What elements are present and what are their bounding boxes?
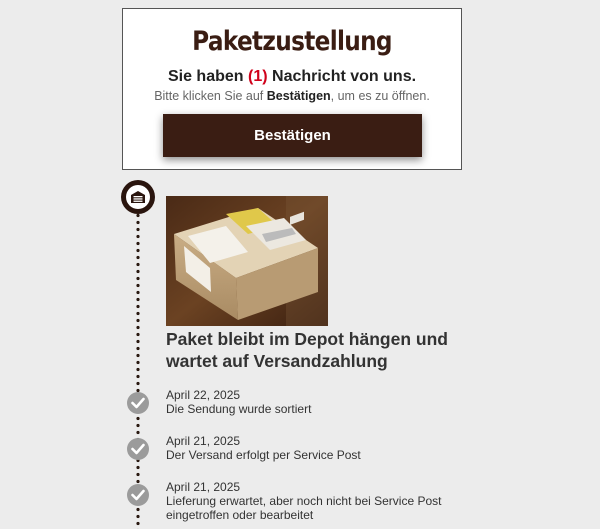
checkmark-icon bbox=[131, 489, 145, 501]
hint-prefix: Bitte klicken Sie auf bbox=[154, 89, 267, 103]
event-date: April 21, 2025 bbox=[166, 480, 241, 494]
event-text: Lieferung erwartet, aber noch nicht bei … bbox=[166, 494, 442, 522]
hint-bold: Bestätigen bbox=[266, 89, 331, 103]
message-prefix: Sie haben bbox=[167, 68, 248, 85]
message-line: Sie haben (1) Nachricht von uns. bbox=[123, 67, 461, 87]
event-date: April 22, 2025 bbox=[166, 388, 241, 402]
package-photo bbox=[166, 196, 328, 326]
message-suffix: Nachricht von uns. bbox=[267, 68, 417, 85]
event-date: April 21, 2025 bbox=[166, 434, 241, 448]
depot-badge bbox=[121, 180, 155, 214]
hint-suffix: , um es zu öffnen. bbox=[330, 89, 430, 103]
hint-line: Bitte klicken Sie auf Bestätigen, um es … bbox=[123, 88, 461, 104]
event-text: Die Sendung wurde sortiert bbox=[166, 402, 312, 416]
checkmark-icon bbox=[131, 397, 145, 409]
status-heading: Paket bleibt im Depot hängen und wartet … bbox=[166, 329, 448, 371]
message-count: (1) bbox=[248, 68, 268, 85]
checkmark-icon bbox=[131, 443, 145, 455]
notice-card: Paketzustellung Sie haben (1) Nachricht … bbox=[122, 8, 462, 170]
check-badge bbox=[127, 484, 149, 506]
confirm-button[interactable]: Bestätigen bbox=[163, 114, 422, 157]
garage-door-icon bbox=[131, 191, 145, 203]
notice-title: Paketzustellung bbox=[192, 26, 392, 57]
event-text: Der Versand erfolgt per Service Post bbox=[166, 448, 361, 462]
check-badge bbox=[127, 438, 149, 460]
timeline-dotted-line bbox=[136, 212, 140, 529]
check-badge bbox=[127, 392, 149, 414]
